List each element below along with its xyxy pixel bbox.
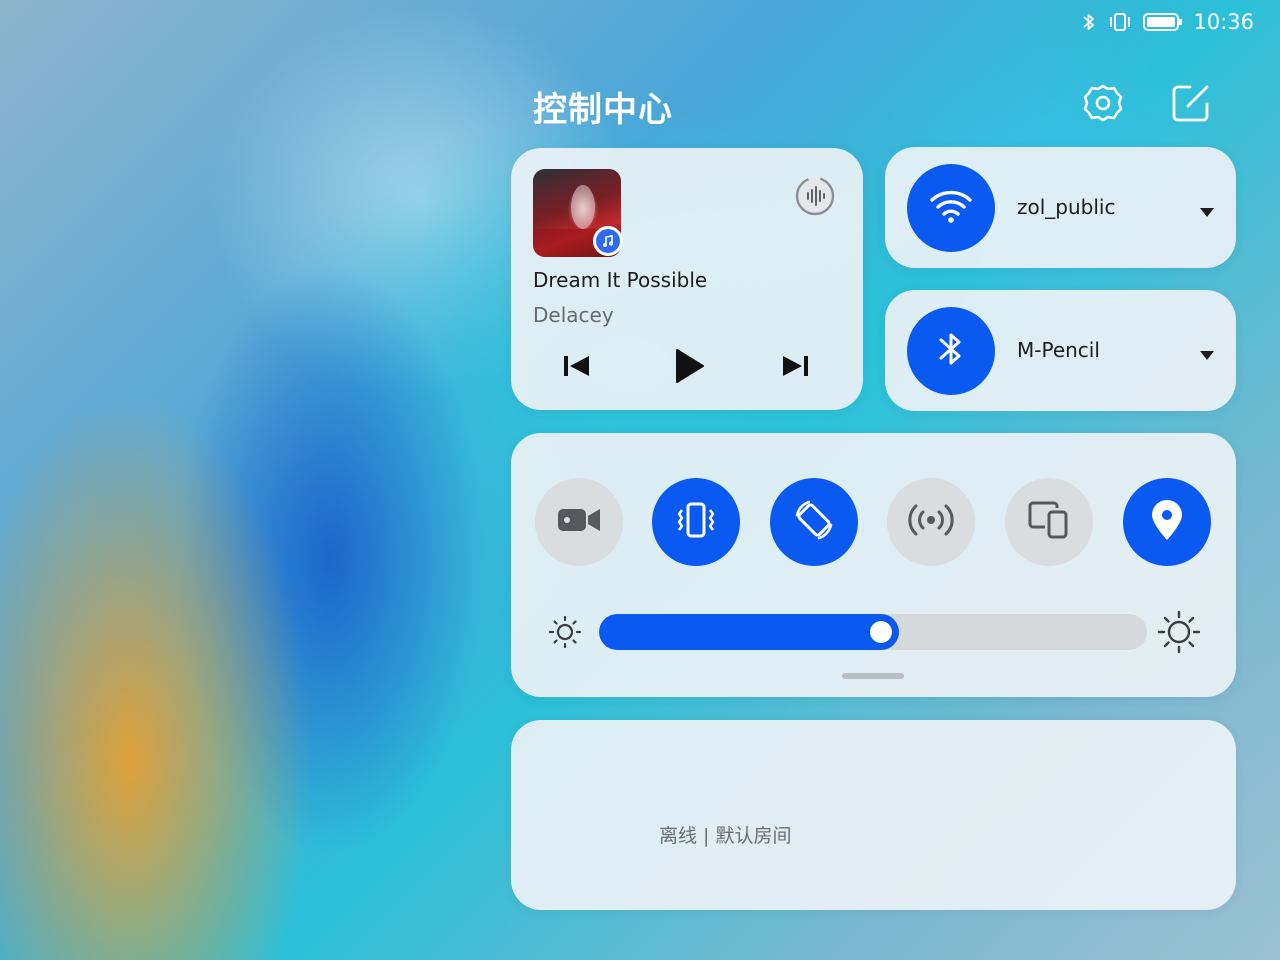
location-pin-icon xyxy=(1149,498,1185,546)
gear-icon[interactable] xyxy=(1082,82,1124,124)
rotate-icon xyxy=(791,497,837,547)
brightness-high-icon xyxy=(1157,610,1201,658)
vibrate-icon xyxy=(673,500,719,544)
wifi-dropdown-icon[interactable] xyxy=(1200,203,1214,217)
bluetooth-card[interactable]: M-Pencil xyxy=(885,290,1236,411)
bluetooth-icon xyxy=(1081,11,1097,33)
control-center-title: 控制中心 xyxy=(533,90,673,130)
hotspot-toggle[interactable] xyxy=(887,478,975,566)
music-app-icon xyxy=(593,226,623,256)
edit-icon[interactable] xyxy=(1170,82,1212,124)
location-toggle[interactable] xyxy=(1123,478,1211,566)
screen-recorder-toggle[interactable] xyxy=(535,478,623,566)
brightness-slider-fill xyxy=(599,614,899,650)
wifi-toggle[interactable] xyxy=(907,164,995,252)
vibrate-icon xyxy=(1107,11,1133,33)
brightness-slider-knob[interactable] xyxy=(870,621,892,643)
multi-screen-toggle[interactable] xyxy=(1005,478,1093,566)
smart-home-status: 离线 | 默认房间 xyxy=(659,825,792,847)
bluetooth-device-name: M-Pencil xyxy=(1017,338,1100,362)
brightness-low-icon xyxy=(547,614,583,654)
vibration-toggle[interactable] xyxy=(652,478,740,566)
auto-rotate-toggle[interactable] xyxy=(770,478,858,566)
quick-toggles-card xyxy=(511,433,1236,697)
wifi-card[interactable]: zol_public xyxy=(885,147,1236,268)
hotspot-icon xyxy=(908,503,954,541)
previous-icon[interactable] xyxy=(561,350,593,386)
status-bar: 10:36 xyxy=(1081,8,1254,36)
battery-icon xyxy=(1143,11,1183,33)
status-time: 10:36 xyxy=(1193,10,1254,34)
smart-home-card[interactable]: 离线 | 默认房间 xyxy=(511,720,1236,910)
bluetooth-toggle[interactable] xyxy=(907,307,995,395)
song-artist: Delacey xyxy=(533,303,614,327)
bluetooth-icon xyxy=(936,328,966,374)
multi-device-icon xyxy=(1027,500,1071,544)
bluetooth-dropdown-icon[interactable] xyxy=(1200,346,1214,360)
wifi-icon xyxy=(929,188,973,228)
music-player-card[interactable]: Dream It Possible Delacey xyxy=(511,148,863,410)
song-title: Dream It Possible xyxy=(533,268,708,292)
audio-output-icon[interactable] xyxy=(793,174,837,218)
video-camera-icon xyxy=(556,505,602,539)
play-icon[interactable] xyxy=(671,346,707,390)
expand-handle[interactable] xyxy=(842,673,904,679)
wifi-network-name: zol_public xyxy=(1017,195,1116,219)
next-icon[interactable] xyxy=(779,350,811,386)
